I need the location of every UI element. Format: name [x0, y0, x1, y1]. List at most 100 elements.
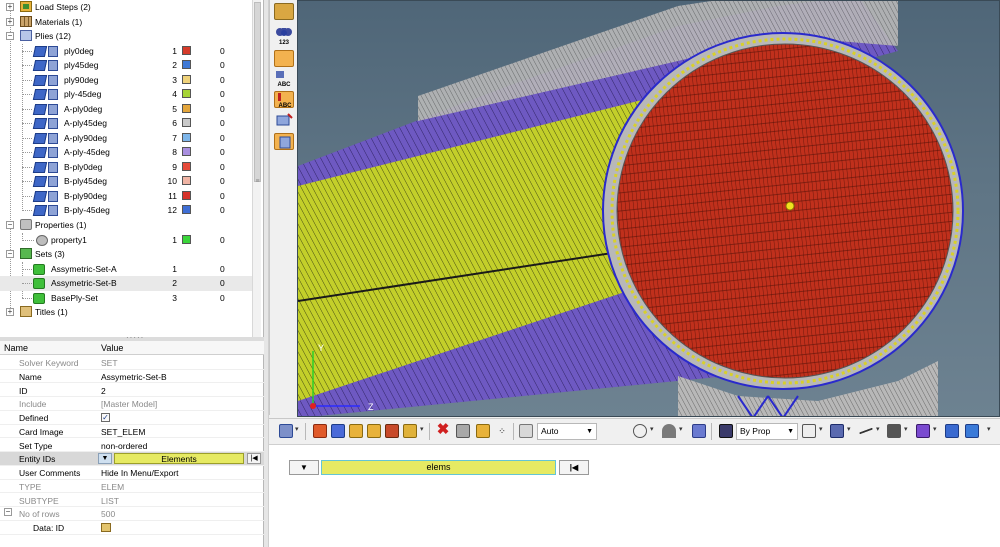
measure-icon[interactable]: [274, 50, 294, 67]
model-icon[interactable]: [331, 424, 345, 438]
collapse-icon[interactable]: −: [4, 508, 12, 516]
expand-icon[interactable]: +: [6, 3, 14, 11]
transform-icon[interactable]: [274, 112, 294, 129]
color-swatch[interactable]: [182, 205, 191, 214]
tree-item-load-steps[interactable]: + Load Steps (2): [0, 0, 252, 15]
shaded-icon[interactable]: [830, 424, 844, 438]
scrollbar-thumb[interactable]: [254, 2, 261, 182]
label-abc-icon[interactable]: ABC: [274, 70, 294, 88]
property-row[interactable]: Defined ✓: [0, 411, 264, 425]
property-row[interactable]: Name Assymetric-Set-B: [0, 370, 264, 384]
show-icon[interactable]: [385, 424, 399, 438]
reset-selection-button[interactable]: |◀: [247, 453, 261, 464]
collapse-icon[interactable]: −: [6, 250, 14, 258]
tree-item-properties[interactable]: − Properties (1): [0, 218, 252, 233]
pin-icon[interactable]: [274, 3, 294, 20]
color-swatch[interactable]: [182, 103, 191, 113]
color-swatch[interactable]: [182, 161, 191, 171]
tree-item-ply[interactable]: B-ply90deg 11 0: [0, 189, 252, 204]
chevron-down-icon[interactable]: ▾: [650, 425, 654, 433]
property-row[interactable]: Card Image SET_ELEM: [0, 425, 264, 439]
graphics-viewport[interactable]: Y Z: [297, 0, 1000, 417]
chevron-down-icon[interactable]: ▾: [847, 425, 851, 433]
entity-editor[interactable]: Name Value Solver Keyword SET Name Assymetr…: [0, 341, 264, 547]
3d-view-icon[interactable]: [916, 424, 930, 438]
grid-icon[interactable]: [945, 424, 959, 438]
property-row[interactable]: Set Type non-ordered: [0, 439, 264, 453]
label-abc-orange-icon[interactable]: ABC: [274, 91, 294, 109]
color-swatch[interactable]: [182, 190, 191, 200]
color-swatch[interactable]: [182, 234, 191, 244]
tree-item-set-a[interactable]: Assymetric-Set-A 1 0: [0, 262, 252, 277]
mask-icon[interactable]: [367, 424, 381, 438]
no-of-rows-row[interactable]: − No of rows 500: [0, 507, 264, 521]
tree-item-ply[interactable]: A-ply90deg 7 0: [0, 131, 252, 146]
color-swatch[interactable]: [182, 118, 191, 127]
defined-checkbox[interactable]: ✓: [101, 413, 110, 422]
collapse-icon[interactable]: −: [6, 32, 14, 40]
tree-item-ply[interactable]: A-ply45deg 6 0: [0, 116, 252, 131]
data-id-row[interactable]: Data: ID: [0, 521, 264, 535]
tree-item-ply[interactable]: ply90deg 3 0: [0, 73, 252, 88]
wireframe-icon[interactable]: [802, 424, 816, 438]
tree-item-baseply-set[interactable]: BasePly-Set 3 0: [0, 291, 252, 306]
entity-selector[interactable]: elems: [321, 460, 556, 475]
mesh-view-icon[interactable]: [279, 424, 293, 438]
tree-item-plies[interactable]: − Plies (12): [0, 29, 252, 44]
feature-lines-icon[interactable]: [887, 424, 901, 438]
color-swatch[interactable]: [182, 74, 191, 84]
color-swatch[interactable]: [182, 176, 191, 185]
chevron-down-icon[interactable]: ▾: [876, 425, 880, 433]
color-swatch[interactable]: [182, 60, 191, 69]
color-swatch[interactable]: [182, 132, 191, 142]
property-row[interactable]: ID 2: [0, 384, 264, 398]
chevron-down-icon[interactable]: ▾: [987, 425, 991, 433]
property-row[interactable]: SUBTYPE LIST: [0, 494, 264, 508]
tree-scrollbar[interactable]: ≡: [252, 0, 261, 337]
tree-item-ply[interactable]: A-ply-45deg 8 0: [0, 145, 252, 160]
delete-icon[interactable]: ✖: [436, 422, 450, 438]
color-swatch[interactable]: [182, 147, 191, 156]
dice-icon[interactable]: ⁘: [495, 424, 509, 438]
tree-item-ply[interactable]: ply0deg 1 0: [0, 44, 252, 59]
element-color-icon[interactable]: [719, 424, 733, 438]
expand-icon[interactable]: +: [6, 308, 14, 316]
components-icon[interactable]: [313, 424, 327, 438]
tree-item-set-b[interactable]: Assymetric-Set-B 2 0: [0, 276, 252, 291]
tree-item-materials[interactable]: + Materials (1): [0, 15, 252, 30]
property-row[interactable]: TYPE ELEM: [0, 480, 264, 494]
tree-item-ply[interactable]: ply45deg 2 0: [0, 58, 252, 73]
property-row[interactable]: Solver Keyword SET: [0, 356, 264, 370]
element-color-mode-dropdown[interactable]: By Prop ▼: [736, 423, 798, 440]
chevron-down-icon[interactable]: ▾: [295, 425, 299, 433]
model-browser-tree[interactable]: + Load Steps (2) + Materials (1) − Plies…: [0, 0, 264, 337]
collapse-icon[interactable]: −: [6, 221, 14, 229]
section-plane-icon[interactable]: [274, 133, 294, 150]
tree-item-ply[interactable]: B-ply0deg 9 0: [0, 160, 252, 175]
tree-item-property1[interactable]: property1 1 0: [0, 233, 252, 248]
chevron-down-icon[interactable]: ▾: [904, 425, 908, 433]
chevron-down-icon[interactable]: ▾: [933, 425, 937, 433]
entity-type-dropdown[interactable]: ▼: [98, 453, 112, 464]
tree-item-ply[interactable]: B-ply45deg 10 0: [0, 174, 252, 189]
entity-type-dropdown[interactable]: ▼: [289, 460, 319, 475]
chevron-down-icon[interactable]: ▾: [679, 425, 683, 433]
chevron-down-icon[interactable]: ▾: [819, 425, 823, 433]
reset-selection-button[interactable]: |◀: [559, 460, 589, 475]
chevron-down-icon[interactable]: ▾: [420, 425, 424, 433]
unmask-icon[interactable]: [456, 424, 470, 438]
entity-ids-selector[interactable]: Elements: [114, 453, 244, 464]
color-mode-dropdown[interactable]: Auto ▼: [537, 423, 597, 440]
tree-item-ply[interactable]: ply-45deg 4 0: [0, 87, 252, 102]
cube-icon[interactable]: [692, 424, 706, 438]
hide-icon[interactable]: [403, 424, 417, 438]
line-icon[interactable]: [859, 427, 873, 435]
rotate-icon[interactable]: [633, 424, 647, 438]
expand-icon[interactable]: +: [6, 17, 14, 26]
tree-item-titles[interactable]: + Titles (1): [0, 305, 252, 320]
tree-item-ply[interactable]: A-ply0deg 5 0: [0, 102, 252, 117]
numbering-icon[interactable]: 123: [273, 28, 295, 48]
entity-ids-row[interactable]: Entity IDs ▼ Elements |◀: [0, 452, 264, 466]
property-row[interactable]: User Comments Hide In Menu/Export: [0, 466, 264, 480]
shading-icon[interactable]: [662, 424, 676, 438]
